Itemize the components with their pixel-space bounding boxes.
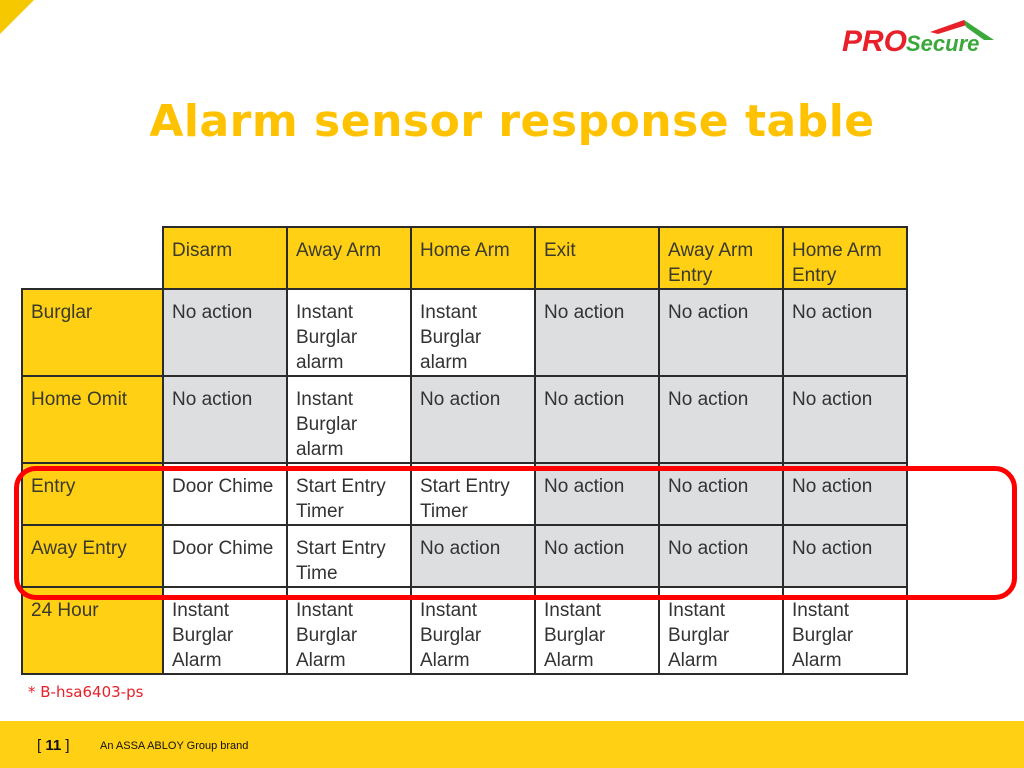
logo-text-secure: Secure [906,31,979,56]
row-header: Burglar [21,288,164,377]
table-cell: No action [658,288,784,377]
table-row: Home Omit No action Instant Burglar alar… [21,375,908,464]
column-header: Away Arm [286,226,412,290]
footer-bar: [ 11 ] An ASSA ABLOY Group brand [0,721,1024,768]
table-cell: No action [658,462,784,526]
table-cell: Instant Burglar Alarm [410,586,536,675]
table-cell: Instant Burglar Alarm [162,586,288,675]
corner-decoration [0,0,34,34]
column-header: Disarm [162,226,288,290]
table-cell: Instant Burglar Alarm [658,586,784,675]
page-number-value: 11 [45,737,62,754]
table-cell: No action [782,375,908,464]
table-cell: No action [162,375,288,464]
column-header: Home Arm Entry [782,226,908,290]
table-row: Burglar No action Instant Burglar alarm … [21,288,908,377]
footnote: * B-hsa6403-ps [28,683,144,701]
table-cell: No action [534,375,660,464]
table-cell: No action [658,524,784,588]
table-corner-empty [22,227,164,290]
table-cell: Start Entry Time [286,524,412,588]
table-cell: No action [162,288,288,377]
brand-tagline: An ASSA ABLOY Group brand [100,740,249,752]
table-cell: Start Entry Timer [286,462,412,526]
row-header: Away Entry [21,524,164,588]
table-row: Entry Door Chime Start Entry Timer Start… [21,462,908,526]
sensor-response-table: Disarm Away Arm Home Arm Exit Away Arm E… [21,226,908,675]
table-cell: Instant Burglar Alarm [782,586,908,675]
table-cell: No action [410,524,536,588]
column-header: Exit [534,226,660,290]
prosecure-logo: PRO Secure [842,20,994,58]
table-cell: Start Entry Timer [410,462,536,526]
table-cell: No action [534,524,660,588]
table-cell: No action [534,462,660,526]
table-cell: Instant Burglar alarm [286,375,412,464]
table-cell: Door Chime [162,462,288,526]
table-cell: No action [782,462,908,526]
page-number: [ 11 ] [37,737,70,754]
table-cell: No action [782,524,908,588]
table-cell: No action [534,288,660,377]
table-cell: Door Chime [162,524,288,588]
table-cell: No action [658,375,784,464]
row-header: 24 Hour [21,586,164,675]
table-cell: No action [782,288,908,377]
column-header: Home Arm [410,226,536,290]
table-cell: Instant Burglar Alarm [534,586,660,675]
table-header-row: Disarm Away Arm Home Arm Exit Away Arm E… [22,226,908,290]
table-cell: Instant Burglar Alarm [286,586,412,675]
table-row-highlighted: 24 Hour Instant Burglar Alarm Instant Bu… [21,586,908,675]
logo-text-pro: PRO [842,25,907,58]
column-header: Away Arm Entry [658,226,784,290]
table-cell: Instant Burglar alarm [286,288,412,377]
table-cell: No action [410,375,536,464]
page-bracket-close: ] [61,737,70,754]
table-cell: Instant Burglar alarm [410,288,536,377]
table-row-highlighted: Away Entry Door Chime Start Entry Time N… [21,524,908,588]
row-header: Entry [21,462,164,526]
row-header: Home Omit [21,375,164,464]
page-title: Alarm sensor response table [149,96,875,147]
